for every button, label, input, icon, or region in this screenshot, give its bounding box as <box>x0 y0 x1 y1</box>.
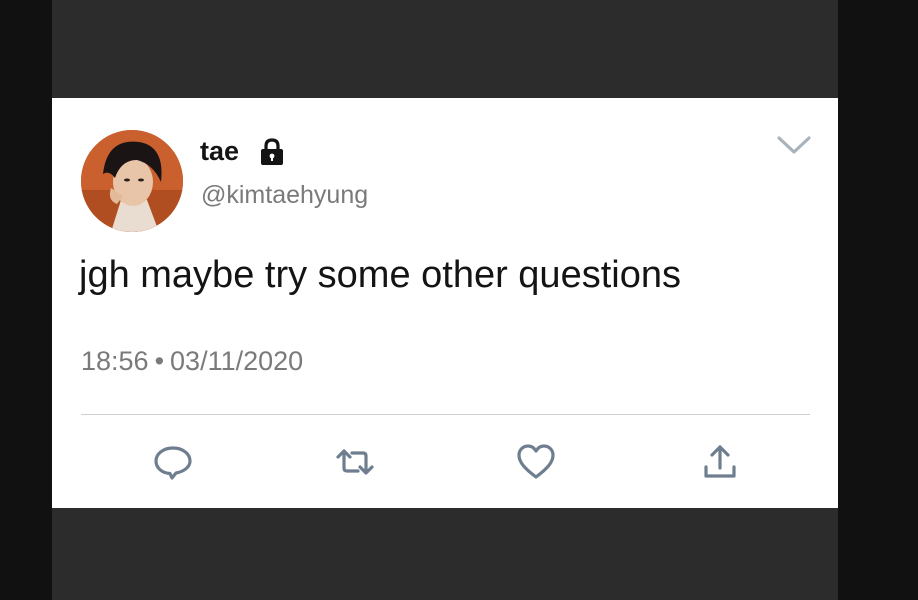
share-button[interactable] <box>699 442 741 482</box>
display-name[interactable]: tae <box>200 136 239 167</box>
like-button[interactable] <box>515 442 557 482</box>
tweet-card: tae @kimtaehyung jgh maybe try some othe… <box>52 98 838 508</box>
retweet-icon <box>334 449 376 486</box>
tweet-time: 18:56 <box>81 346 149 376</box>
tweet-date: 03/11/2020 <box>170 346 304 376</box>
lock-icon <box>259 138 285 166</box>
retweet-button[interactable] <box>334 442 376 482</box>
tweet-text: jgh maybe try some other questions <box>79 254 681 296</box>
reply-button[interactable] <box>152 442 194 482</box>
reply-icon <box>152 446 194 486</box>
user-handle[interactable]: @kimtaehyung <box>201 181 368 210</box>
avatar-photo <box>81 130 183 232</box>
tweet-timestamp[interactable]: 18:56 • 03/11/2020 <box>81 346 303 377</box>
heart-icon <box>515 444 557 486</box>
avatar[interactable] <box>81 130 183 232</box>
divider <box>81 414 810 415</box>
meta-separator: • <box>154 346 165 376</box>
chevron-down-icon[interactable] <box>775 132 813 158</box>
share-icon <box>699 445 741 486</box>
